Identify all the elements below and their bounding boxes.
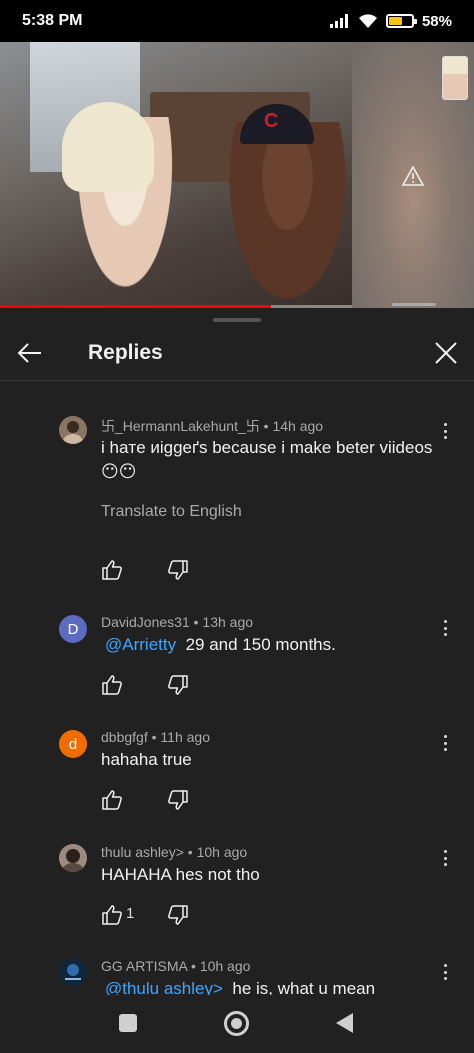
comment-author[interactable]: dbbgfgf (101, 729, 148, 745)
status-bar: 5:38 PM 58% (0, 0, 474, 42)
comment-time: 10h ago (199, 958, 251, 974)
translate-link[interactable]: Translate to English (101, 503, 242, 521)
comment-author[interactable]: thulu ashley> (101, 844, 184, 860)
video-person-right (225, 122, 350, 308)
channel-logo-icon (59, 958, 87, 986)
recent-apps-icon[interactable] (119, 1014, 137, 1032)
comment-author[interactable]: 卐_HermannLakehunt_卐 (101, 418, 260, 434)
like-icon[interactable] (101, 789, 123, 811)
avatar-letter: d (68, 735, 78, 753)
drag-handle[interactable] (213, 318, 261, 322)
more-options-icon[interactable] (438, 733, 452, 753)
more-options-icon[interactable] (438, 421, 452, 441)
video-hair (62, 102, 154, 192)
home-icon[interactable] (224, 1011, 249, 1036)
comment-time: 14h ago (272, 418, 324, 434)
like-icon[interactable] (101, 904, 123, 926)
comment-meta: dbbgfgf • 11h ago (101, 729, 210, 745)
mention-link[interactable]: @Arrietty (105, 635, 176, 654)
comment-time: 11h ago (160, 729, 210, 745)
dislike-icon[interactable] (167, 789, 189, 811)
back-arrow-icon[interactable] (16, 339, 44, 367)
comment-meta: GG ARTISMA • 10h ago (101, 958, 251, 974)
signal-icon (329, 14, 348, 28)
more-options-icon[interactable] (438, 848, 452, 868)
close-icon[interactable] (432, 339, 460, 367)
comment-meta: thulu ashley> • 10h ago (101, 844, 248, 860)
like-icon[interactable] (101, 559, 123, 581)
avatar[interactable] (59, 958, 87, 986)
more-options-icon[interactable] (438, 618, 452, 638)
comment-time: 10h ago (196, 844, 248, 860)
page-title: Replies (88, 341, 163, 364)
avatar[interactable]: d (59, 730, 87, 758)
user-photo-icon (59, 844, 87, 872)
dislike-icon[interactable] (167, 904, 189, 926)
status-time: 5:38 PM (22, 12, 83, 29)
comment-text: @Arrietty 29 and 150 months. (101, 633, 441, 657)
video-side-thumbnail[interactable] (442, 56, 468, 100)
video-player[interactable]: C (0, 42, 474, 308)
comment-text: hahaha true (101, 750, 192, 769)
comment-text: HAHAHA hes not tho (101, 865, 260, 884)
video-side-bar (392, 303, 436, 306)
user-photo-icon (59, 416, 87, 444)
video-side-panel[interactable] (352, 42, 474, 308)
system-nav-bar (0, 995, 474, 1053)
battery-icon (385, 14, 417, 28)
like-icon[interactable] (101, 674, 123, 696)
comment-author[interactable]: DavidJones31 (101, 614, 190, 630)
comment-body: 29 and 150 months. (185, 635, 336, 654)
comment-time: 13h ago (202, 614, 254, 630)
avatar-letter: D (67, 620, 79, 638)
avatar[interactable] (59, 416, 87, 444)
comment-author[interactable]: GG ARTISMA (101, 958, 187, 974)
battery-level (388, 17, 402, 25)
replies-header: Replies (0, 326, 474, 381)
avatar[interactable]: D (59, 615, 87, 643)
video-main-frame[interactable]: C (0, 42, 352, 308)
wifi-icon (358, 13, 377, 28)
more-options-icon[interactable] (438, 962, 452, 982)
comment-text: i haтe иiggeґs because i make beter viid… (101, 438, 433, 481)
avatar[interactable] (59, 844, 87, 872)
nav-back-icon[interactable] (336, 1013, 353, 1033)
warning-icon (402, 166, 424, 186)
status-icons: 58% (329, 12, 452, 30)
comment-meta: DavidJones31 • 13h ago (101, 614, 254, 630)
dislike-icon[interactable] (167, 559, 189, 581)
cap-logo: C (264, 110, 279, 132)
dislike-icon[interactable] (167, 674, 189, 696)
comment-meta: 卐_HermannLakehunt_卐 • 14h ago (101, 418, 324, 434)
battery-percent: 58% (421, 12, 452, 30)
like-count: 1 (126, 905, 135, 922)
